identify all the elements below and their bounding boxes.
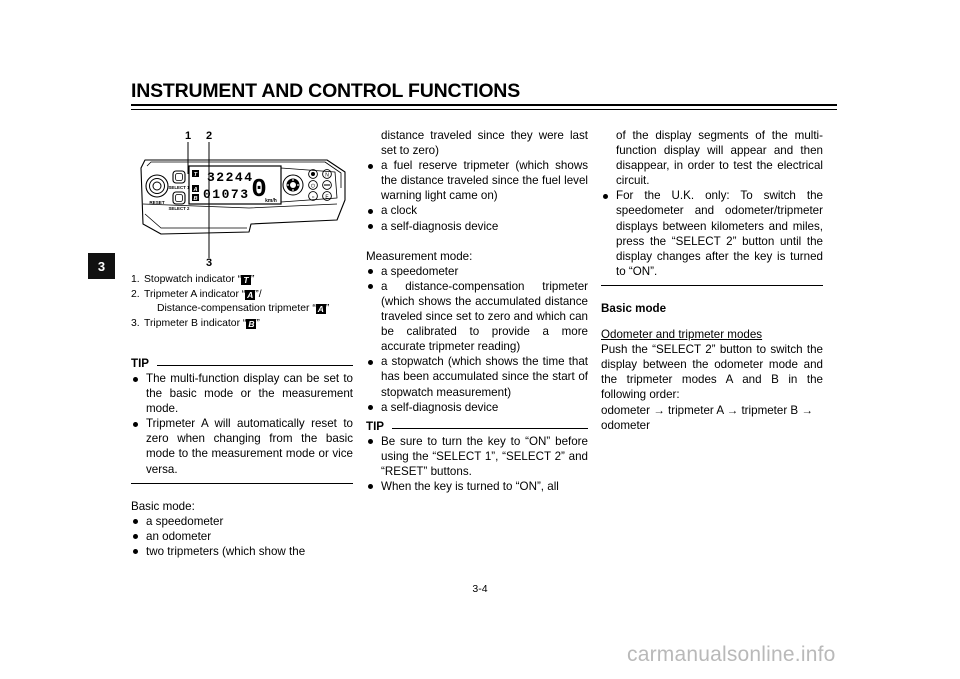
basic-mode-heading-right: Basic mode (601, 301, 667, 315)
legend-item-1-text-end: ” (251, 274, 255, 285)
instrument-panel-drawing: 32244 01073 T A B 0 km/h N ⏻ ○ E RESET S… (140, 130, 346, 269)
svg-text:N: N (325, 172, 329, 178)
legend-item-1-number: 1. (131, 274, 140, 285)
watermark: carmanualsonline.info (627, 643, 836, 666)
list-item: Tripmeter A will automatically reset to … (131, 416, 353, 476)
svg-text:32244: 32244 (207, 170, 254, 185)
list-item: a clock (366, 203, 588, 218)
legend-item-3-text-end: ” (256, 317, 260, 329)
svg-text:A: A (192, 187, 197, 193)
tip-bullet-list-right: For the U.K. only: To switch the speedom… (601, 188, 823, 279)
page-title: INSTRUMENT AND CONTROL FUNCTIONS (131, 80, 520, 102)
legend-item-3-number: 3. (131, 317, 140, 329)
svg-text:km/h: km/h (265, 198, 277, 204)
tip-rule (157, 365, 353, 366)
svg-text:SELECT 1: SELECT 1 (169, 185, 191, 190)
tip-heading-left: TIP (131, 356, 353, 371)
legend-item-2-text-end: ”/ (255, 288, 262, 300)
list-item: a distance-compensation tripmeter (which… (366, 279, 588, 354)
legend-item-2-text: Tripmeter A indicator “ (144, 288, 246, 300)
legend-item-2-sub-text: Distance-compensation tripmeter “ (157, 303, 316, 315)
manual-page: INSTRUMENT AND CONTROL FUNCTIONS 3 32244… (0, 0, 960, 679)
odometer-order-text: odometer → tripmeter A → tripmeter B → o… (601, 403, 813, 432)
list-item: a stopwatch (which shows the time that h… (366, 354, 588, 399)
legend-item-2: 2. Tripmeter A indicator “A ”/ Distance-c… (131, 288, 355, 317)
column-three: of the display segments of the multi-fun… (601, 128, 823, 433)
basic-mode-heading-left: Basic mode: (131, 499, 195, 513)
list-item: a speedometer (366, 264, 588, 279)
callout-3: 3 (206, 257, 212, 268)
legend-item-2-number: 2. (131, 288, 140, 300)
legend-item-3: 3. Tripmeter B indicator “B” (131, 317, 355, 332)
legend-item-2-sub: Distance-compensation tripmeter “A” (144, 302, 355, 317)
figure-legend: 1. Stopwatch indicator “T” 2. Tripmeter … (131, 273, 355, 331)
odometer-tripmeter-heading: Odometer and tripmeter modes (601, 328, 763, 342)
distance-compensation-indicator-icon: A (315, 304, 326, 315)
odometer-body-text: Push the “SELECT 2” button to switch the… (601, 343, 823, 402)
tripmeter-b-indicator-icon: B (246, 318, 257, 329)
list-item: a self-diagnosis device (366, 219, 588, 234)
basic-mode-bullet-list: a speedometer an odometer two tripmeters… (131, 514, 353, 559)
tip-label: TIP (131, 357, 153, 370)
svg-text:⏻: ⏻ (311, 183, 315, 189)
column-two: distance traveled since they were last s… (366, 128, 588, 494)
list-item: an odometer (131, 529, 353, 544)
continued-bullet-text: distance traveled since they were last s… (381, 129, 588, 158)
list-item: The multi-function display can be set to… (131, 371, 353, 416)
header-divider (131, 104, 837, 110)
tip-bullet-list-middle: Be sure to turn the key to “ON” before u… (366, 434, 588, 494)
list-item: For the U.K. only: To switch the speedom… (601, 188, 823, 279)
instrument-panel-figure: 32244 01073 T A B 0 km/h N ⏻ ○ E RESET S… (131, 128, 355, 269)
svg-text:SELECT 2: SELECT 2 (169, 206, 191, 211)
svg-text:01073: 01073 (203, 187, 250, 202)
chapter-tab: 3 (88, 253, 115, 279)
svg-text:RESET: RESET (149, 200, 165, 205)
callout-2: 2 (206, 130, 212, 142)
chapter-tab-number: 3 (97, 258, 106, 274)
tip-bullet-list-left: The multi-function display can be set to… (131, 371, 353, 477)
stopwatch-indicator-icon: T (241, 275, 252, 285)
tripmeter-a-indicator-icon: A (245, 289, 256, 300)
list-item: Be sure to turn the key to “ON” before u… (366, 434, 588, 479)
continued-tip-text: of the display segments of the multi-fun… (616, 129, 823, 188)
list-item: two tripmeters (which show the (131, 544, 353, 559)
list-item: a fuel reserve tripmeter (which shows th… (366, 158, 588, 203)
svg-text:○: ○ (311, 194, 314, 200)
tip-label: TIP (366, 419, 388, 433)
tip-rule (392, 427, 588, 429)
measurement-mode-heading: Measurement mode: (366, 249, 473, 263)
legend-item-3-text: Tripmeter B indicator “ (144, 317, 247, 329)
callout-1: 1 (185, 130, 191, 142)
list-item: a speedometer (131, 514, 353, 529)
list-item: a self-diagnosis device (366, 400, 588, 415)
page-number: 3-4 (472, 583, 488, 595)
list-item: When the key is turned to “ON”, all (366, 479, 588, 494)
tip-heading-middle: TIP (366, 419, 588, 434)
measurement-mode-bullet-list: a speedometer a distance-compensation tr… (366, 264, 588, 415)
svg-text:T: T (194, 172, 198, 178)
basic-mode-bullet-list-continued: a fuel reserve tripmeter (which shows th… (366, 158, 588, 233)
legend-item-1-text: Stopwatch indicator “ (144, 274, 242, 285)
legend-item-1: 1. Stopwatch indicator “T” (131, 273, 355, 288)
column-one: TIP The multi-function display can be se… (131, 352, 353, 559)
legend-item-2-sub-text-end: ” (325, 303, 330, 315)
svg-text:B: B (193, 196, 197, 202)
